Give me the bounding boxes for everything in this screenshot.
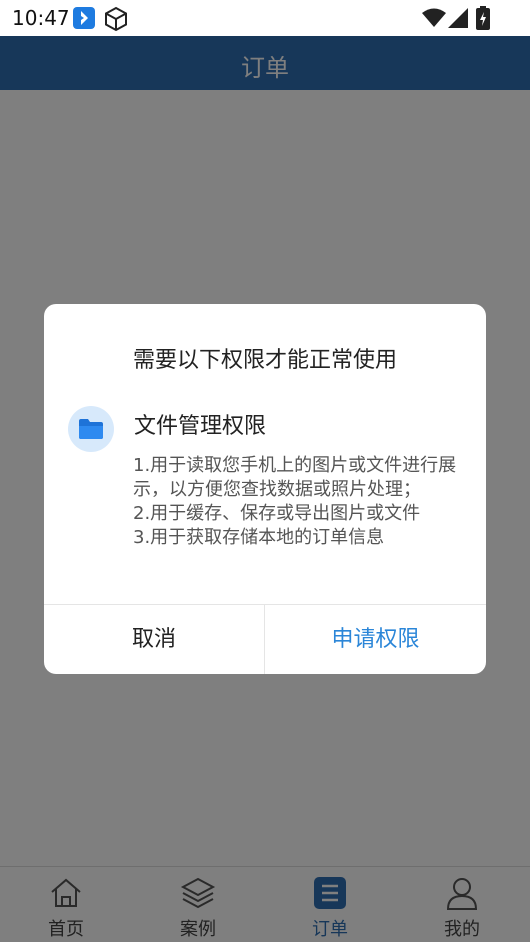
app-icon-blue [73,7,95,29]
folder-icon [68,406,114,452]
permission-description-line: 3.用于获取存储本地的订单信息 [133,527,385,548]
signal-icon [448,8,468,28]
battery-icon [476,6,490,30]
permission-dialog: 需要以下权限才能正常使用 文件管理权限 1.用于读取您手机上的图片或文件进行展示… [44,304,486,674]
permission-name: 文件管理权限 [134,414,267,439]
package-icon [103,6,129,32]
request-permission-button[interactable]: 申请权限 [265,605,486,674]
status-bar: 10:47 [0,0,530,36]
permission-description-line: 2.用于缓存、保存或导出图片或文件 [133,503,421,524]
permission-description-line: 1.用于读取您手机上的图片或文件进行展示，以方便您查找数据或照片处理； [133,455,457,500]
status-time: 10:47 [12,6,70,30]
cancel-button[interactable]: 取消 [44,605,264,674]
dialog-title: 需要以下权限才能正常使用 [132,348,397,373]
wifi-icon [422,8,446,28]
permission-description: 1.用于读取您手机上的图片或文件进行展示，以方便您查找数据或照片处理； 2.用于… [133,454,471,550]
